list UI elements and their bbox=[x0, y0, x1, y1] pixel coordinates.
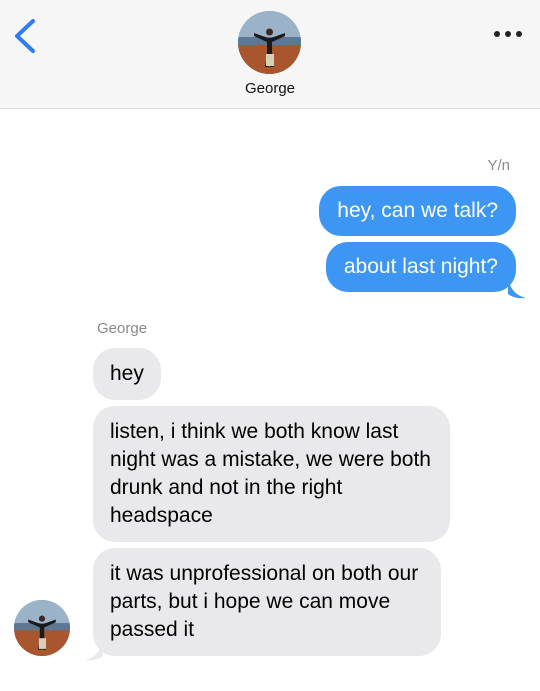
incoming-message[interactable]: listen, i think we both know last night … bbox=[93, 406, 450, 542]
incoming-message[interactable]: it was unprofessional on both our parts,… bbox=[93, 548, 441, 656]
avatar-photo bbox=[14, 600, 70, 656]
outgoing-bubble-tail bbox=[508, 280, 526, 299]
more-options-button[interactable] bbox=[490, 24, 526, 44]
avatar-photo bbox=[238, 11, 301, 74]
outgoing-message[interactable]: about last night? bbox=[325, 242, 516, 292]
contact-avatar[interactable] bbox=[238, 11, 301, 74]
incoming-bubble-tail bbox=[85, 642, 103, 661]
outgoing-sender-label: Y/n bbox=[487, 157, 510, 174]
outgoing-message[interactable]: hey, can we talk? bbox=[319, 186, 516, 236]
incoming-sender-label: George bbox=[97, 320, 148, 337]
chevron-left-icon bbox=[15, 19, 35, 53]
sender-avatar bbox=[14, 600, 70, 656]
back-button[interactable] bbox=[8, 16, 42, 56]
conversation-header: George bbox=[0, 0, 540, 109]
ellipsis-icon bbox=[494, 31, 522, 37]
incoming-message[interactable]: hey bbox=[93, 348, 161, 400]
contact-name[interactable]: George bbox=[0, 80, 540, 97]
